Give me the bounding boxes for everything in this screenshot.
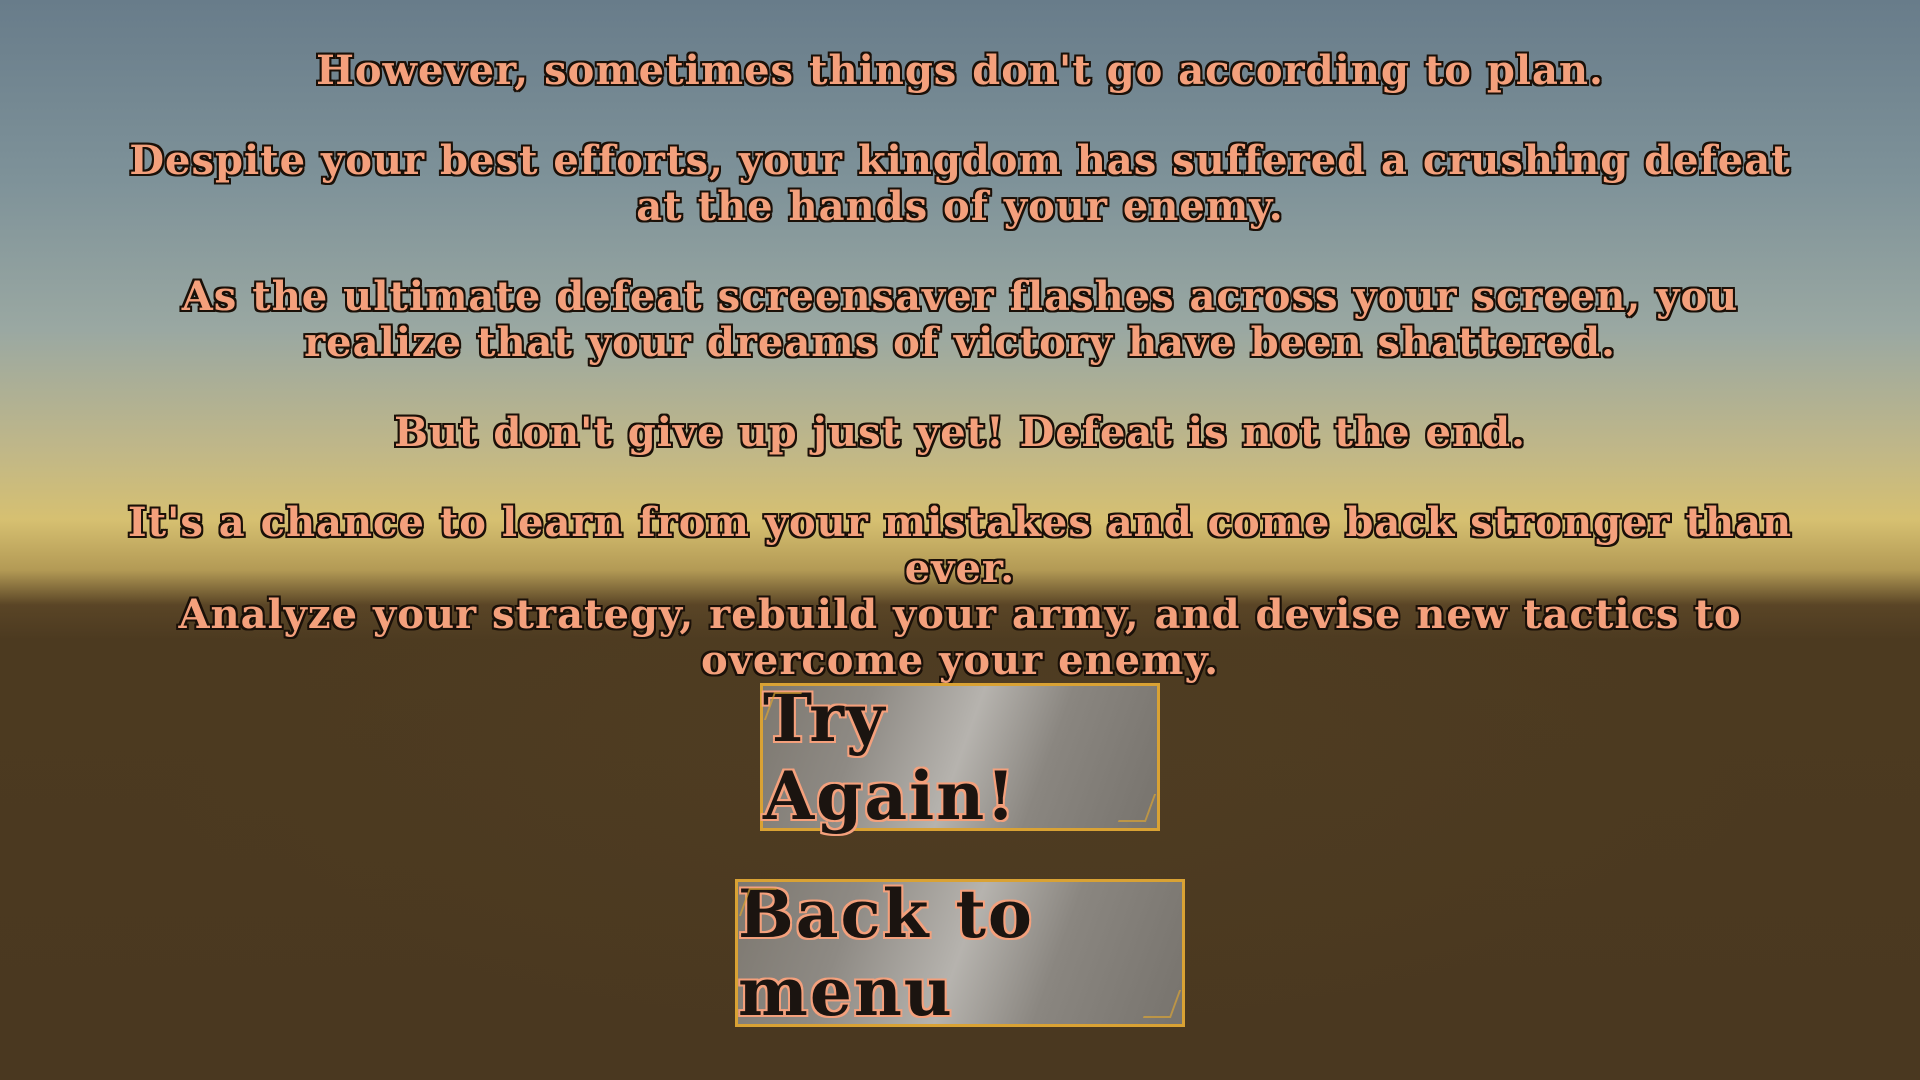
- story-line-2: Despite your best efforts, your kingdom …: [129, 137, 1791, 230]
- back-to-menu-label: Back to menu: [738, 875, 1034, 1031]
- story-line-4: But don't give up just yet! Defeat is no…: [394, 409, 1526, 456]
- story-line-5: It's a chance to learn from your mistake…: [127, 499, 1793, 592]
- back-to-menu-button[interactable]: Back to menu: [735, 875, 1185, 1031]
- try-again-label: Try Again!: [763, 679, 1018, 835]
- defeat-story-text: However, sometimes things don't go accor…: [120, 48, 1800, 684]
- story-line-6: Analyze your strategy, rebuild your army…: [178, 591, 1742, 684]
- story-line-3: As the ultimate defeat screensaver flash…: [181, 273, 1739, 366]
- story-line-1: However, sometimes things don't go accor…: [316, 47, 1604, 94]
- try-again-button[interactable]: Try Again!: [760, 679, 1160, 835]
